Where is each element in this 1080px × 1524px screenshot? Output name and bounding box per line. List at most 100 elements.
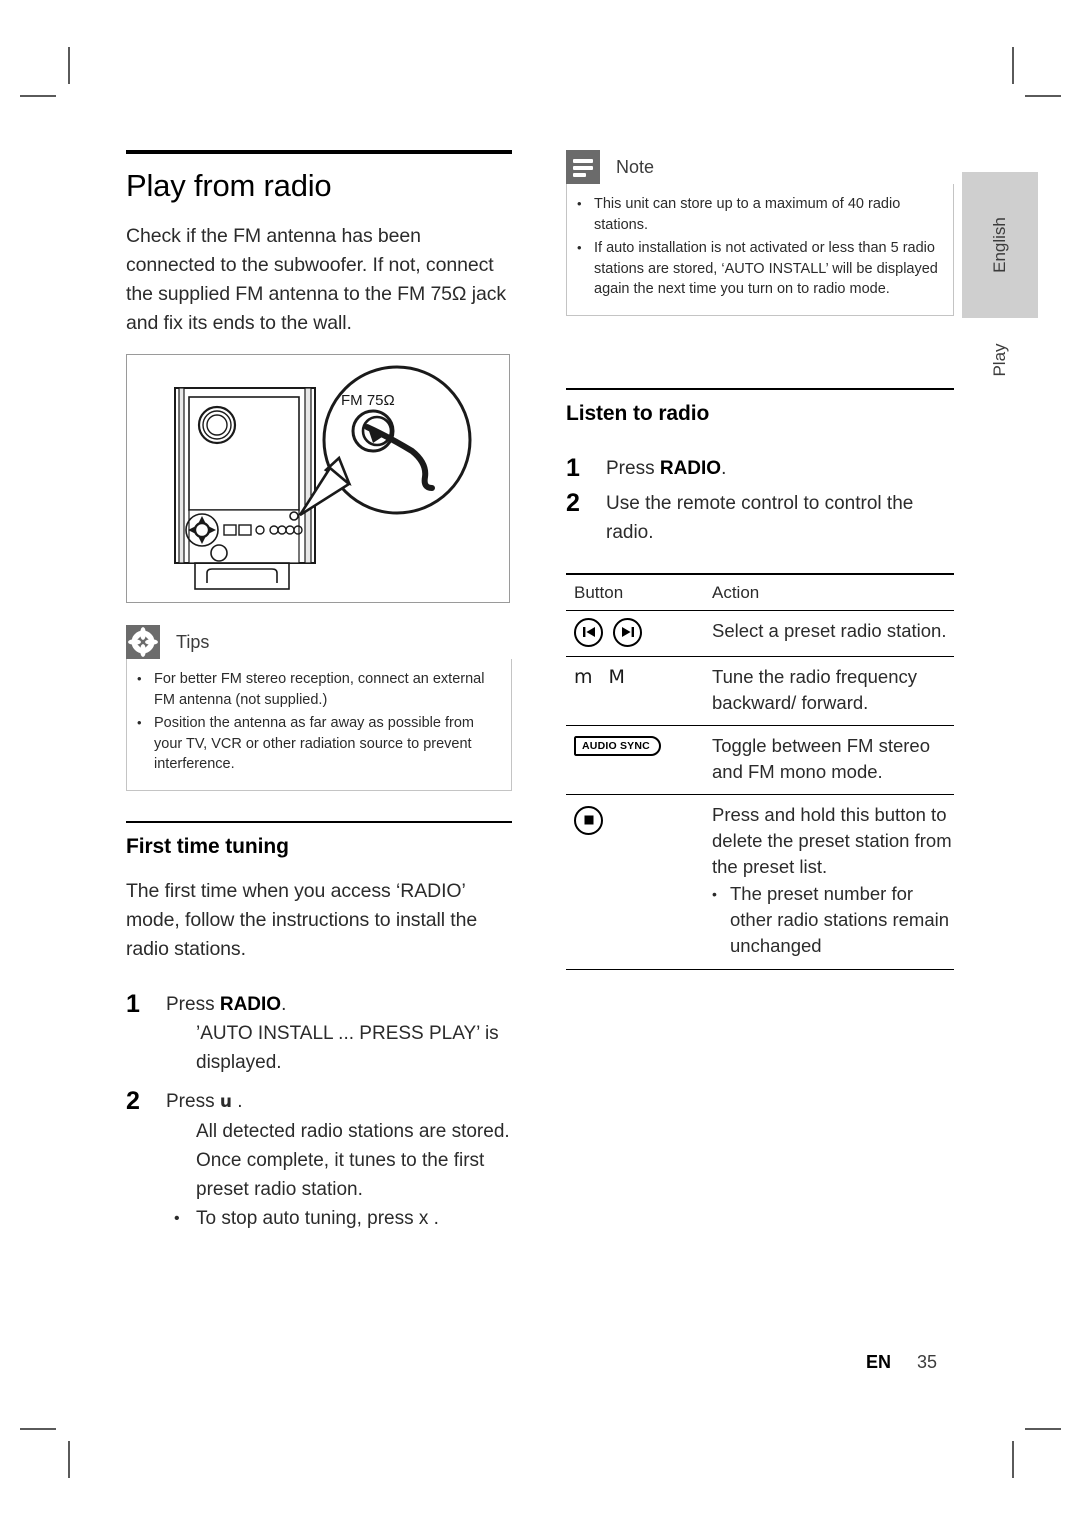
- step-body: Press RADIO.: [606, 454, 954, 483]
- step-main-line: Press u .: [166, 1087, 512, 1117]
- note-item-text: If auto installation is not activated or…: [594, 240, 938, 297]
- bullet-icon: •: [712, 885, 717, 902]
- bullet-icon: •: [174, 1209, 180, 1227]
- step-text-strong: RADIO: [659, 457, 722, 479]
- table-cell-action-text: Press and hold this button to delete the…: [712, 803, 952, 877]
- left-column: Play from radio Check if the FM antenna …: [126, 150, 512, 1233]
- table-cell-action: Tune the radio frequency backward/ forwa…: [712, 665, 917, 713]
- listen-to-radio-heading: Listen to radio: [566, 401, 710, 425]
- bullet-icon: •: [137, 671, 142, 686]
- step-body: Use the remote control to control the ra…: [606, 489, 954, 547]
- listen-to-radio-section: Listen to radio 1 Press RADIO. 2 Use the…: [566, 387, 954, 970]
- note-callout: Note • This unit can store up to a maxim…: [566, 150, 954, 316]
- table-cell-button: m M: [566, 664, 712, 690]
- note-bar: [573, 173, 586, 177]
- step-text-strong: RADIO: [219, 993, 282, 1015]
- step-sub-bullet: • To stop auto tuning, press x .: [174, 1204, 512, 1233]
- tips-item-text: For better FM stereo reception, connect …: [154, 671, 485, 708]
- note-lines-icon: [566, 150, 600, 184]
- note-header: Note: [566, 150, 954, 184]
- step-number: 1: [126, 989, 140, 1018]
- asterisk-icon-svg: [128, 627, 158, 657]
- table-header-action: Action: [712, 582, 760, 602]
- note-bar: [573, 166, 593, 170]
- note-title: Note: [616, 156, 655, 177]
- table-row: Press and hold this button to delete the…: [566, 795, 954, 970]
- note-list-item: • If auto installation is not activated …: [577, 238, 939, 300]
- table-header-row: Button Action: [566, 572, 954, 611]
- note-bar: [573, 159, 593, 163]
- first-time-tuning-step-1: 1 Press RADIO. ’AUTO INSTALL ... PRESS P…: [126, 990, 512, 1077]
- step-main-line: Press RADIO.: [166, 990, 512, 1019]
- tune-glyph-icon[interactable]: m M: [574, 666, 630, 688]
- chapter-tab-label: Play: [990, 343, 1009, 377]
- crop-mark-bottom-right-horizontal: [1025, 1428, 1061, 1430]
- first-time-tuning-heading: First time tuning: [126, 834, 289, 858]
- step-number: 1: [566, 453, 580, 482]
- note-body: • This unit can store up to a maximum of…: [566, 184, 954, 316]
- page-footer: EN 35: [866, 1352, 937, 1373]
- crop-mark-top-left-vertical: [68, 47, 70, 84]
- first-time-tuning-step-2: 2 Press u . All detected radio stations …: [126, 1087, 512, 1233]
- table-cell-action: Toggle between FM stereo and FM mono mod…: [712, 734, 931, 782]
- step-sub-line: All detected radio stations are stored.: [196, 1120, 510, 1142]
- language-tab: English: [962, 172, 1038, 318]
- title-rule: [126, 150, 512, 154]
- language-tab-label: English: [990, 217, 1009, 273]
- step-number: 2: [126, 1086, 140, 1115]
- skip-previous-glyph: [582, 627, 595, 637]
- table-row: AUDIO SYNC Toggle between FM stereo and …: [566, 726, 954, 795]
- bullet-icon: •: [137, 715, 142, 730]
- audio-sync-button-icon[interactable]: AUDIO SYNC: [574, 735, 661, 756]
- first-time-tuning-intro: The first time when you access ‘RADIO’ m…: [126, 879, 478, 960]
- step-body: Press u . All detected radio stations ar…: [166, 1087, 512, 1233]
- right-column: Note • This unit can store up to a maxim…: [566, 150, 954, 970]
- crop-mark-top-right-horizontal: [1025, 95, 1061, 97]
- page-title: Play from radio: [126, 168, 332, 203]
- step-text-post: .: [721, 457, 727, 479]
- table-row: m M Tune the radio frequency backward/ f…: [566, 657, 954, 726]
- listen-to-radio-step-2: 2 Use the remote control to control the …: [566, 489, 954, 547]
- step-text-pre: Press: [166, 993, 220, 1015]
- listen-to-radio-step-1: 1 Press RADIO.: [566, 454, 954, 483]
- crop-mark-bottom-right-vertical: [1012, 1441, 1014, 1478]
- step-number: 2: [566, 488, 580, 517]
- step-text-post: .: [281, 993, 287, 1015]
- intro-paragraph: Check if the FM antenna has been connect…: [126, 225, 507, 334]
- table-cell-action-bullet: • The preset number for other radio stat…: [712, 881, 954, 959]
- step-text-pre: Press: [166, 1090, 220, 1112]
- first-time-tuning-rule: [126, 820, 512, 823]
- footer-page-number: 35: [917, 1352, 938, 1372]
- antenna-figure-svg: FM 75Ω: [174, 365, 472, 590]
- listen-to-radio-rule: [566, 387, 954, 390]
- bullet-icon: •: [577, 240, 582, 255]
- asterisk-icon: [126, 625, 160, 659]
- table-cell-button: [566, 802, 712, 835]
- table-header-button: Button: [574, 582, 624, 602]
- note-list: • This unit can store up to a maximum of…: [577, 194, 939, 300]
- tips-body: • For better FM stereo reception, connec…: [126, 659, 512, 791]
- step-body: Press RADIO. ’AUTO INSTALL ... PRESS PLA…: [166, 990, 512, 1077]
- crop-mark-top-left-horizontal: [20, 95, 56, 97]
- footer-language-code: EN: [866, 1352, 892, 1372]
- play-glyph-icon: u: [219, 1091, 232, 1112]
- tips-title: Tips: [176, 631, 210, 652]
- stop-icon[interactable]: [574, 805, 603, 835]
- tips-callout: Tips • For better FM stereo reception, c…: [126, 625, 512, 791]
- table-cell-button: AUDIO SYNC: [566, 733, 712, 759]
- crop-mark-bottom-left-vertical: [68, 1441, 70, 1478]
- note-list-item: • This unit can store up to a maximum of…: [577, 194, 939, 235]
- note-item-text: This unit can store up to a maximum of 4…: [594, 196, 901, 233]
- skip-previous-icon[interactable]: [574, 617, 603, 647]
- step-main-line: Press RADIO.: [606, 454, 954, 483]
- tips-item-text: Position the antenna as far away as poss…: [154, 715, 474, 772]
- tips-list: • For better FM stereo reception, connec…: [137, 669, 497, 775]
- step-bullet-text: To stop auto tuning, press x .: [196, 1207, 439, 1229]
- button-action-table: Button Action Select a preset radio stat…: [566, 572, 954, 970]
- table-cell-action: Select a preset radio station.: [712, 619, 947, 641]
- skip-next-icon[interactable]: [613, 617, 642, 647]
- table-cell-action-bullet-text: The preset number for other radio statio…: [730, 882, 950, 956]
- step-sub-line: Once complete, it tunes to the first pre…: [196, 1149, 485, 1200]
- tips-list-item: • For better FM stereo reception, connec…: [137, 669, 497, 710]
- step-main-line: Use the remote control to control the ra…: [606, 492, 914, 543]
